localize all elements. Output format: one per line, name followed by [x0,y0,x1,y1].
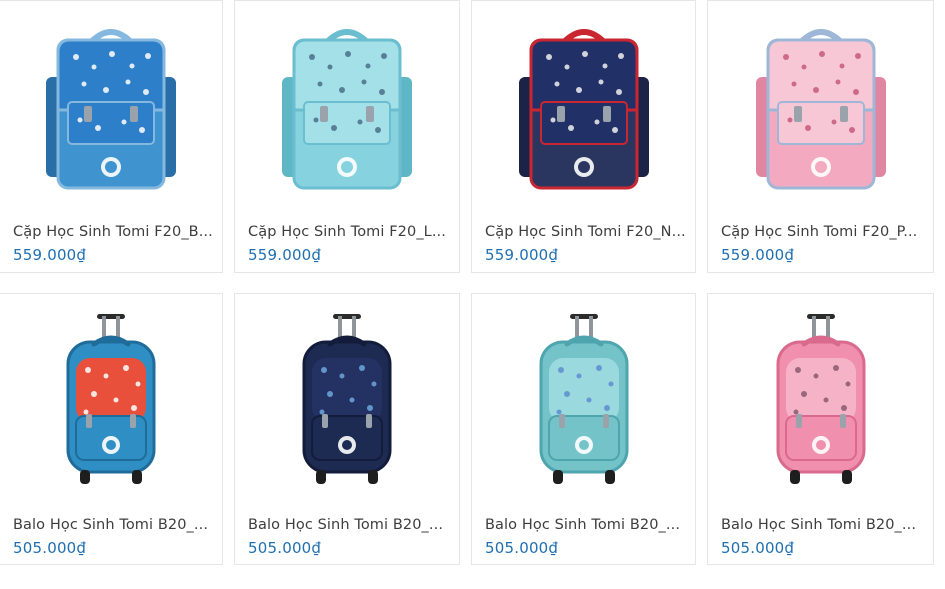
trolley-backpack-icon [46,310,176,490]
trolley-backpack-icon [756,310,886,490]
product-card[interactable]: Cặp Học Sinh Tomi F20_N... 559.000₫ [471,0,696,273]
product-price: 559.000₫ [13,246,87,264]
product-card[interactable]: Balo Học Sinh Tomi B20_... 505.000₫ [707,293,934,565]
product-title[interactable]: Balo Học Sinh Tomi B20_... [248,517,449,533]
product-price: 559.000₫ [721,246,795,264]
product-title[interactable]: Balo Học Sinh Tomi B20_... [485,517,685,533]
product-image[interactable] [708,7,933,207]
trolley-backpack-icon [519,310,649,490]
product-title[interactable]: Cặp Học Sinh Tomi F20_B... [13,224,212,240]
product-card[interactable]: Balo Học Sinh Tomi B20_... 505.000₫ [471,293,696,565]
product-price: 559.000₫ [248,246,322,264]
school-bag-icon [272,22,422,192]
school-bag-icon [746,22,896,192]
product-title[interactable]: Cặp Học Sinh Tomi F20_P... [721,224,923,240]
product-title[interactable]: Balo Học Sinh Tomi B20_... [13,517,212,533]
product-card[interactable]: Cặp Học Sinh Tomi F20_B... 559.000₫ [0,0,223,273]
product-price: 505.000₫ [721,539,795,557]
product-card[interactable]: Cặp Học Sinh Tomi F20_P... 559.000₫ [707,0,934,273]
product-price: 505.000₫ [13,539,87,557]
school-bag-icon [509,22,659,192]
product-card[interactable]: Balo Học Sinh Tomi B20_... 505.000₫ [0,293,223,565]
product-price: 559.000₫ [485,246,559,264]
product-price: 505.000₫ [248,539,322,557]
product-image[interactable] [235,7,459,207]
product-image[interactable] [235,300,459,500]
product-price: 505.000₫ [485,539,559,557]
product-card[interactable]: Cặp Học Sinh Tomi F20_L... 559.000₫ [234,0,460,273]
product-image[interactable] [472,7,695,207]
product-image[interactable] [708,300,933,500]
product-title[interactable]: Balo Học Sinh Tomi B20_... [721,517,923,533]
product-title[interactable]: Cặp Học Sinh Tomi F20_L... [248,224,449,240]
product-image[interactable] [0,300,222,500]
product-title[interactable]: Cặp Học Sinh Tomi F20_N... [485,224,685,240]
trolley-backpack-icon [282,310,412,490]
school-bag-icon [36,22,186,192]
product-grid: Cặp Học Sinh Tomi F20_B... 559.000₫ Cặp H… [0,0,945,589]
product-image[interactable] [0,7,222,207]
product-image[interactable] [472,300,695,500]
product-card[interactable]: Balo Học Sinh Tomi B20_... 505.000₫ [234,293,460,565]
